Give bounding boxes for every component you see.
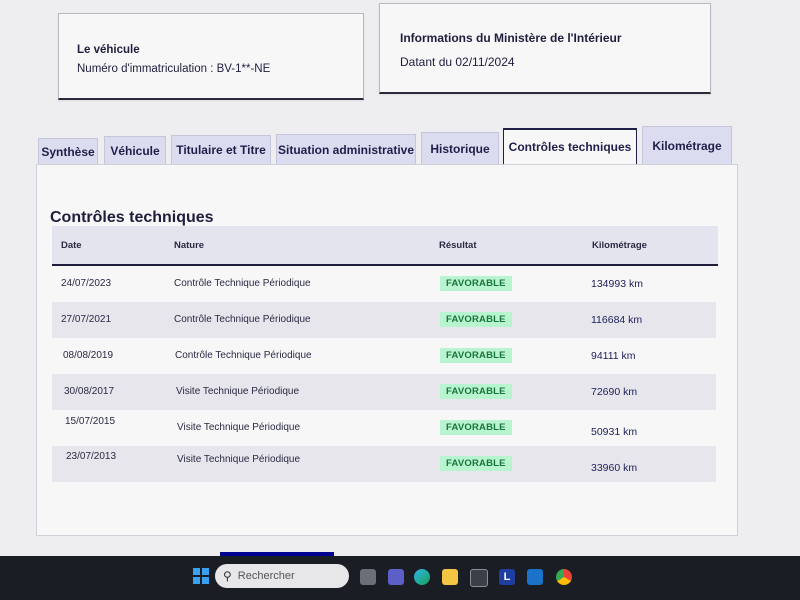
column-header-mileage: Kilométrage (592, 240, 647, 251)
row-mileage: 50931 km (591, 426, 638, 438)
windows-icon[interactable] (193, 568, 209, 584)
row-mileage: 72690 km (591, 386, 638, 398)
row-date: 27/07/2021 (61, 314, 112, 325)
tab-vehicule[interactable]: Véhicule (104, 136, 166, 164)
row-nature: Visite Technique Périodique (177, 422, 301, 433)
tab-situation-administrative[interactable]: Situation administrative (276, 134, 416, 164)
row-date: 23/07/2013 (66, 451, 117, 462)
row-mileage: 116684 km (591, 314, 643, 326)
table-row: 08/08/2019 Contrôle Technique Périodique… (52, 338, 716, 374)
row-mileage: 134993 km (591, 278, 643, 290)
tab-controles-techniques[interactable]: Contrôles techniques (503, 128, 637, 164)
result-badge: FAVORABLE (440, 348, 512, 363)
vehicle-card: Le véhicule Numéro d'immatriculation : B… (58, 13, 364, 100)
task-view-icon[interactable] (360, 569, 376, 585)
row-nature: Visite Technique Périodique (176, 386, 300, 397)
row-date: 08/08/2019 (63, 350, 114, 361)
table-row: 30/08/2017 Visite Technique Périodique F… (52, 374, 716, 410)
result-badge: FAVORABLE (440, 312, 512, 327)
row-nature: Contrôle Technique Périodique (174, 278, 311, 289)
tab-historique[interactable]: Historique (421, 132, 499, 164)
vehicle-plate: Numéro d'immatriculation : BV-1**-NE (77, 63, 271, 75)
row-nature: Visite Technique Périodique (177, 454, 301, 465)
edge-icon[interactable] (414, 569, 430, 585)
taskbar: ⚲ Rechercher L (0, 556, 800, 600)
table-header: Date Nature Résultat Kilométrage (52, 226, 718, 266)
l-app-icon[interactable]: L (499, 569, 515, 585)
mail-icon[interactable] (527, 569, 543, 585)
tab-kilometrage[interactable]: Kilométrage (642, 126, 732, 164)
row-date: 15/07/2015 (65, 416, 116, 427)
tab-titulaire[interactable]: Titulaire et Titre (171, 135, 271, 164)
search-icon: ⚲ (223, 569, 232, 583)
taskbar-search[interactable]: ⚲ Rechercher (215, 564, 349, 588)
row-date: 24/07/2023 (61, 278, 112, 289)
row-date: 30/08/2017 (64, 386, 115, 397)
result-badge: FAVORABLE (440, 384, 512, 399)
file-explorer-icon[interactable] (442, 569, 458, 585)
row-mileage: 33960 km (591, 462, 638, 474)
row-mileage: 94111 km (591, 350, 636, 362)
table-row: 27/07/2021 Contrôle Technique Périodique… (52, 302, 716, 338)
section-title: Contrôles techniques (50, 209, 214, 226)
table-row: 15/07/2015 Visite Technique Périodique F… (52, 410, 716, 446)
table-row: 24/07/2023 Contrôle Technique Périodique… (52, 266, 716, 302)
column-header-result: Résultat (439, 240, 477, 251)
ministry-card: Informations du Ministère de l'Intérieur… (379, 3, 711, 94)
ministry-card-date: Datant du 02/11/2024 (400, 55, 515, 69)
row-nature: Contrôle Technique Périodique (174, 314, 311, 325)
row-nature: Contrôle Technique Périodique (175, 350, 312, 361)
chrome-icon[interactable] (556, 569, 572, 585)
vehicle-card-title: Le véhicule (77, 44, 140, 56)
result-badge: FAVORABLE (440, 420, 512, 435)
search-placeholder: Rechercher (237, 570, 295, 582)
column-header-date: Date (61, 240, 82, 251)
column-header-nature: Nature (174, 240, 205, 251)
teams-icon[interactable] (388, 569, 404, 585)
tab-synthese[interactable]: Synthèse (38, 138, 98, 164)
ministry-card-title: Informations du Ministère de l'Intérieur (400, 31, 622, 45)
tab-bar: Synthèse Véhicule Titulaire et Titre Sit… (38, 126, 758, 164)
table-row: 23/07/2013 Visite Technique Périodique F… (52, 446, 716, 482)
store-icon[interactable] (470, 569, 488, 587)
result-badge: FAVORABLE (440, 456, 512, 471)
result-badge: FAVORABLE (440, 276, 512, 291)
